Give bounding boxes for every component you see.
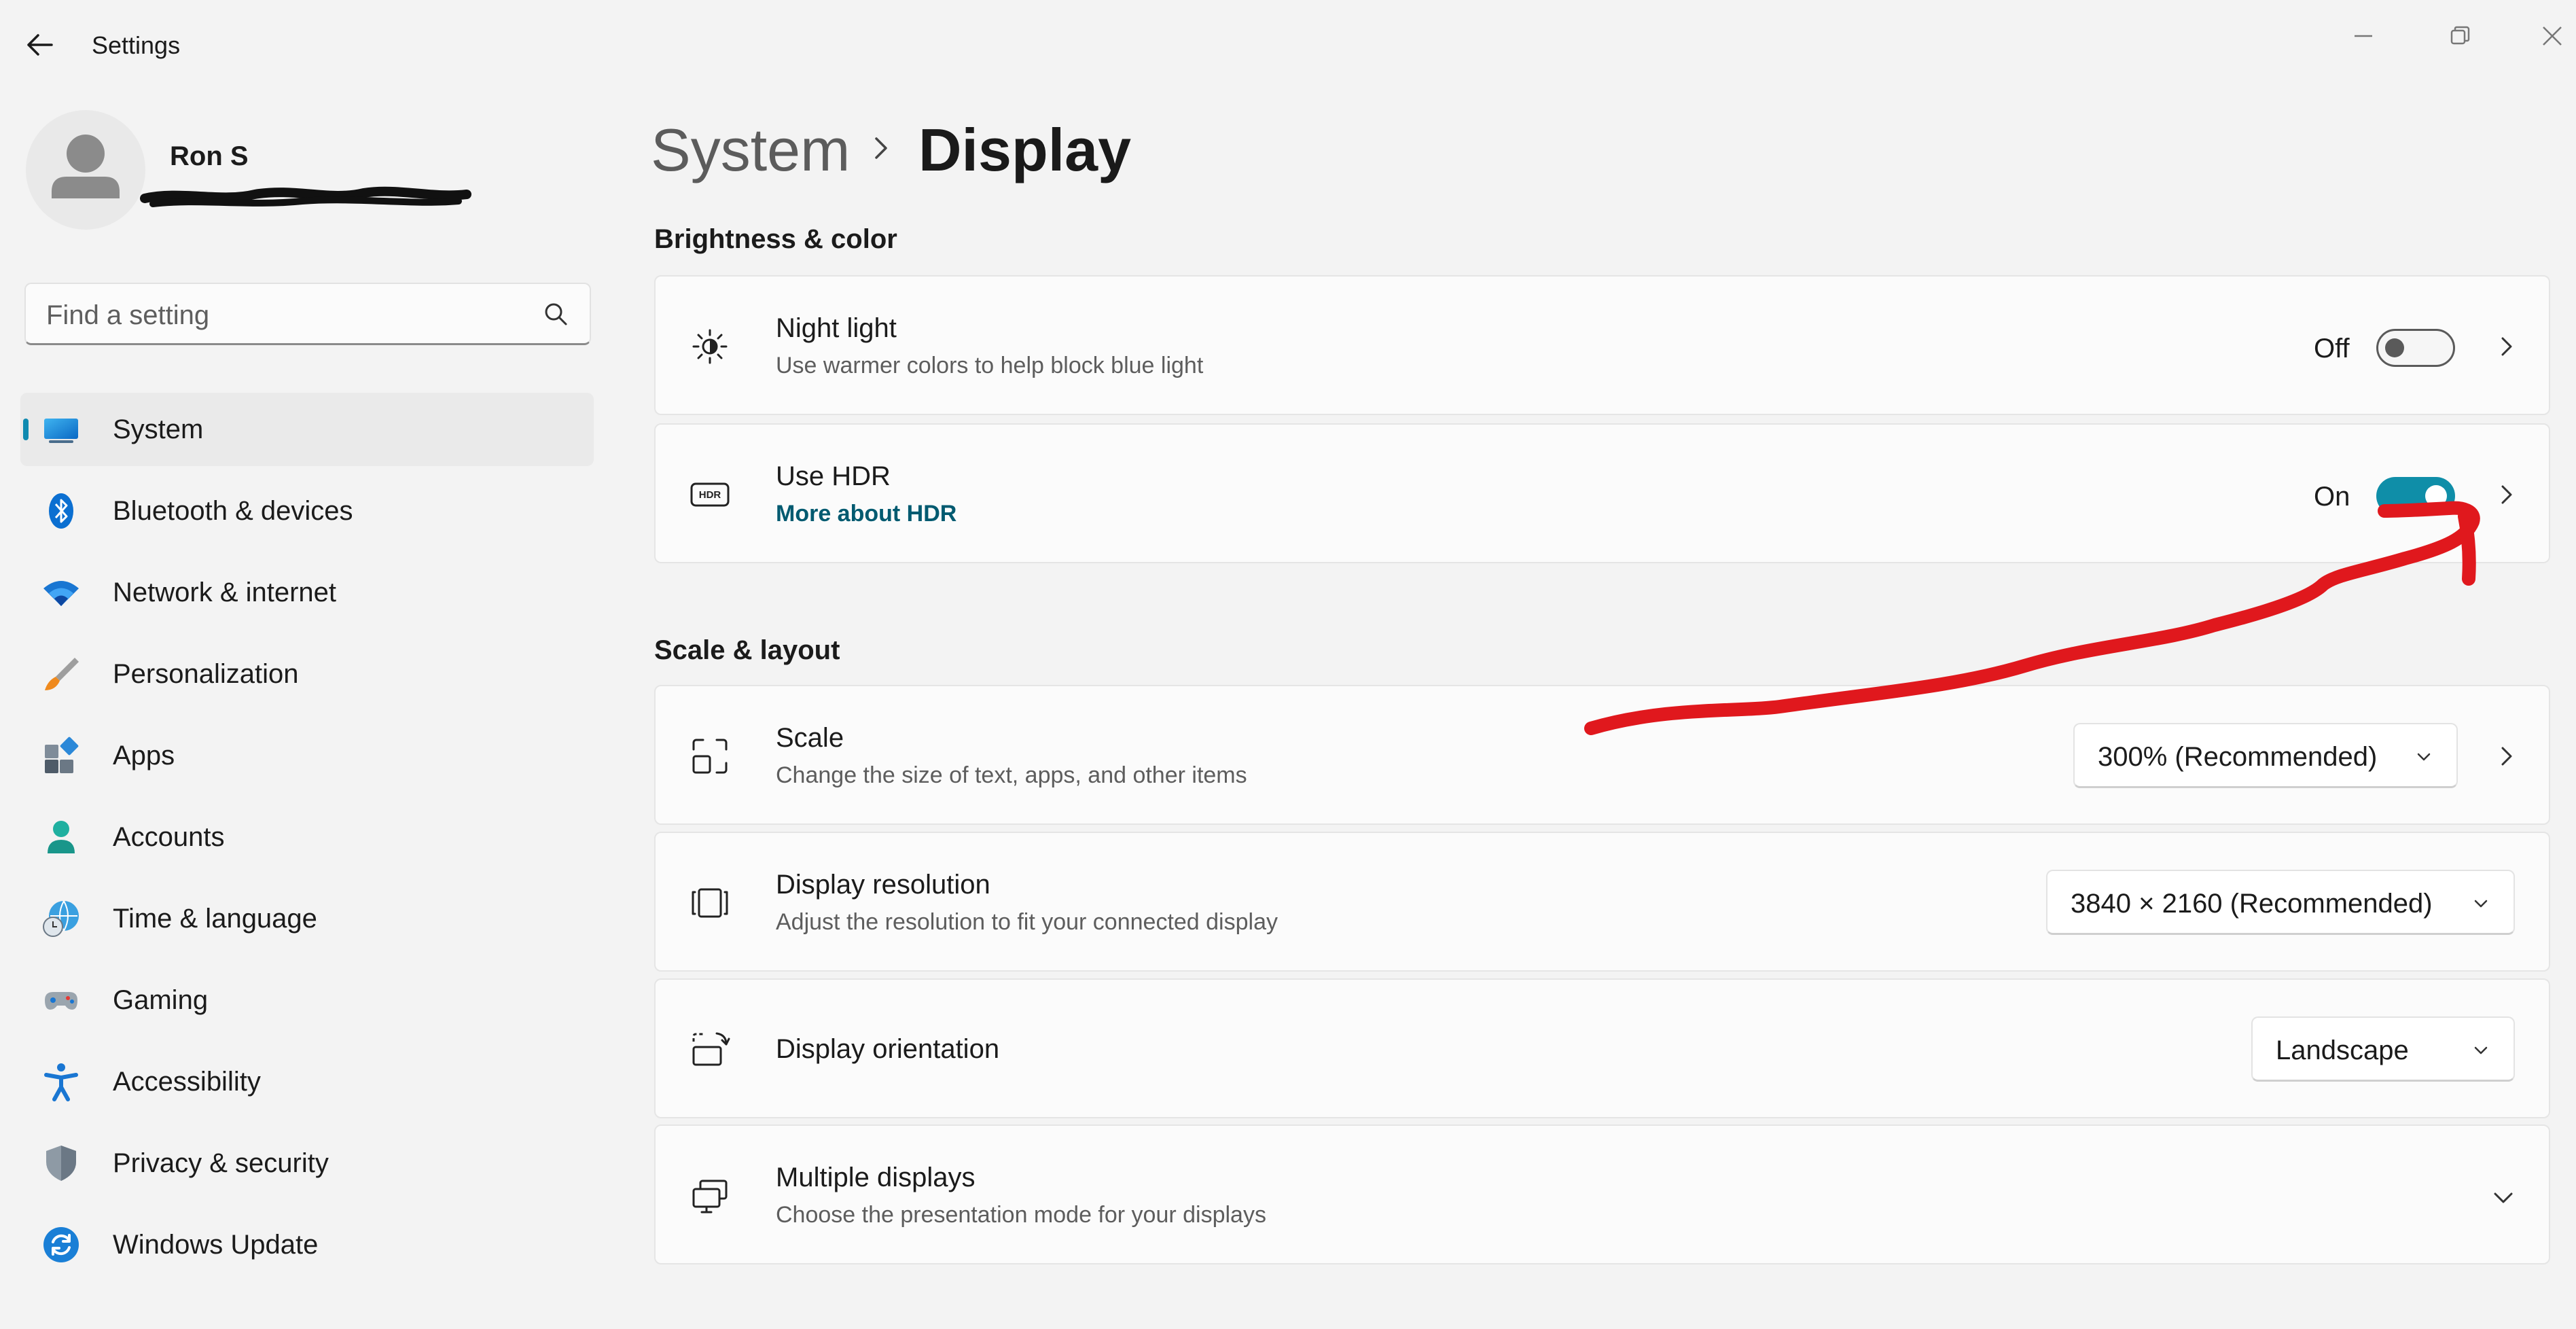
scale-title: Scale bbox=[776, 723, 844, 753]
scale-dropdown[interactable]: 300% (Recommended) bbox=[2073, 723, 2458, 788]
breadcrumb-parent[interactable]: System bbox=[651, 116, 850, 185]
sidebar-item-network[interactable]: Network & internet bbox=[20, 556, 594, 629]
person-icon bbox=[52, 135, 120, 198]
accessibility-icon bbox=[44, 1063, 78, 1101]
globe-clock-icon bbox=[43, 900, 79, 937]
sidebar-item-label: System bbox=[113, 414, 204, 444]
windows-update-icon bbox=[43, 1227, 79, 1262]
display-orientation-card[interactable]: Display orientation Landscape bbox=[654, 978, 2550, 1118]
sidebar-item-label: Windows Update bbox=[113, 1230, 319, 1260]
orientation-icon bbox=[692, 1032, 730, 1066]
monitor-icon bbox=[44, 419, 78, 443]
night-light-card[interactable]: Night light Use warmer colors to help bl… bbox=[654, 275, 2550, 415]
night-light-toggle[interactable] bbox=[2376, 329, 2455, 367]
chevron-right-icon[interactable] bbox=[2493, 333, 2520, 360]
chevron-down-icon[interactable] bbox=[2490, 1184, 2517, 1211]
app-title: Settings bbox=[92, 31, 181, 59]
hdr-toggle[interactable] bbox=[2376, 477, 2455, 515]
chevron-right-icon bbox=[875, 137, 887, 159]
sidebar-item-label: Apps bbox=[113, 741, 175, 770]
resolution-dropdown-value: 3840 × 2160 (Recommended) bbox=[2071, 889, 2433, 919]
multiple-displays-card[interactable]: Multiple displays Choose the presentatio… bbox=[654, 1124, 2550, 1264]
page-title: Display bbox=[918, 116, 1132, 183]
search-icon[interactable] bbox=[542, 300, 569, 327]
sidebar-item-label: Accounts bbox=[113, 822, 225, 852]
multiple-displays-subtitle: Choose the presentation mode for your di… bbox=[776, 1202, 1266, 1228]
sidebar-item-label: Accessibility bbox=[113, 1067, 261, 1097]
toggle-knob bbox=[2425, 485, 2447, 507]
chevron-right-icon[interactable] bbox=[2493, 743, 2520, 770]
sidebar-item-windows-update[interactable]: Windows Update bbox=[20, 1208, 594, 1281]
hdr-card[interactable]: HDR Use HDR More about HDR On bbox=[654, 423, 2550, 563]
sidebar-item-label: Personalization bbox=[113, 659, 299, 689]
chevron-down-icon bbox=[2474, 1046, 2488, 1055]
more-about-hdr-link[interactable]: More about HDR bbox=[776, 501, 956, 527]
hdr-icon: HDR bbox=[690, 482, 730, 507]
search-input[interactable] bbox=[45, 298, 523, 333]
back-button[interactable] bbox=[20, 26, 58, 64]
display-orientation-title: Display orientation bbox=[776, 1034, 1000, 1064]
chevron-down-icon bbox=[2417, 753, 2431, 761]
back-arrow-icon bbox=[27, 34, 53, 56]
display-resolution-subtitle: Adjust the resolution to fit your connec… bbox=[776, 909, 1278, 935]
chevron-right-icon[interactable] bbox=[2493, 481, 2520, 508]
sidebar-item-accounts[interactable]: Accounts bbox=[20, 800, 594, 874]
sidebar-item-system[interactable]: System bbox=[20, 393, 594, 466]
night-light-icon bbox=[692, 329, 728, 364]
sidebar-item-apps[interactable]: Apps bbox=[20, 719, 594, 792]
orientation-dropdown-value: Landscape bbox=[2276, 1035, 2409, 1065]
sidebar-item-label: Privacy & security bbox=[113, 1148, 329, 1178]
restore-button[interactable] bbox=[2429, 12, 2490, 60]
person-icon bbox=[48, 821, 75, 853]
user-name: Ron S bbox=[170, 141, 249, 171]
gamepad-icon bbox=[45, 992, 77, 1010]
svg-text:HDR: HDR bbox=[699, 489, 721, 501]
resolution-icon bbox=[692, 888, 728, 918]
search-box[interactable] bbox=[24, 283, 591, 345]
bluetooth-icon bbox=[49, 493, 73, 529]
minimize-button[interactable] bbox=[2333, 12, 2394, 60]
minimize-icon bbox=[2355, 35, 2372, 37]
sidebar-item-label: Network & internet bbox=[113, 578, 337, 607]
sidebar-item-time-language[interactable]: Time & language bbox=[20, 882, 594, 955]
scale-dropdown-value: 300% (Recommended) bbox=[2098, 742, 2378, 772]
orientation-dropdown[interactable]: Landscape bbox=[2251, 1016, 2515, 1082]
sidebar-item-privacy-security[interactable]: Privacy & security bbox=[20, 1127, 594, 1200]
sidebar-item-personalization[interactable]: Personalization bbox=[20, 637, 594, 711]
night-light-state: Off bbox=[2314, 334, 2350, 364]
chevron-down-icon bbox=[2474, 900, 2488, 908]
section-title-brightness: Brightness & color bbox=[654, 224, 897, 254]
scale-icon bbox=[692, 739, 728, 774]
shield-icon bbox=[46, 1146, 76, 1181]
sidebar-item-gaming[interactable]: Gaming bbox=[20, 963, 594, 1037]
sidebar-item-bluetooth[interactable]: Bluetooth & devices bbox=[20, 474, 594, 548]
apps-icon bbox=[45, 737, 79, 773]
hdr-title: Use HDR bbox=[776, 461, 891, 491]
scale-card[interactable]: Scale Change the size of text, apps, and… bbox=[654, 685, 2550, 825]
restore-icon bbox=[2450, 26, 2470, 45]
display-resolution-title: Display resolution bbox=[776, 870, 990, 900]
resolution-dropdown[interactable]: 3840 × 2160 (Recommended) bbox=[2046, 870, 2515, 935]
night-light-subtitle: Use warmer colors to help block blue lig… bbox=[776, 353, 1204, 378]
multiple-displays-icon bbox=[692, 1180, 728, 1213]
section-title-scale-layout: Scale & layout bbox=[654, 635, 840, 665]
sidebar-item-label: Bluetooth & devices bbox=[113, 496, 353, 526]
sidebar-item-label: Gaming bbox=[113, 985, 209, 1015]
night-light-title: Night light bbox=[776, 313, 897, 343]
toggle-knob bbox=[2385, 338, 2404, 357]
paintbrush-icon bbox=[45, 658, 79, 690]
display-resolution-card[interactable]: Display resolution Adjust the resolution… bbox=[654, 832, 2550, 972]
multiple-displays-title: Multiple displays bbox=[776, 1163, 976, 1192]
close-icon bbox=[2543, 26, 2562, 46]
active-indicator bbox=[23, 419, 29, 440]
user-email-redacted bbox=[139, 178, 472, 212]
hdr-state: On bbox=[2314, 482, 2350, 512]
sidebar-item-label: Time & language bbox=[113, 904, 317, 934]
sidebar-item-accessibility[interactable]: Accessibility bbox=[20, 1045, 594, 1118]
wifi-icon bbox=[43, 581, 79, 606]
scale-subtitle: Change the size of text, apps, and other… bbox=[776, 762, 1247, 788]
close-button[interactable] bbox=[2522, 12, 2576, 60]
avatar[interactable] bbox=[26, 110, 145, 230]
